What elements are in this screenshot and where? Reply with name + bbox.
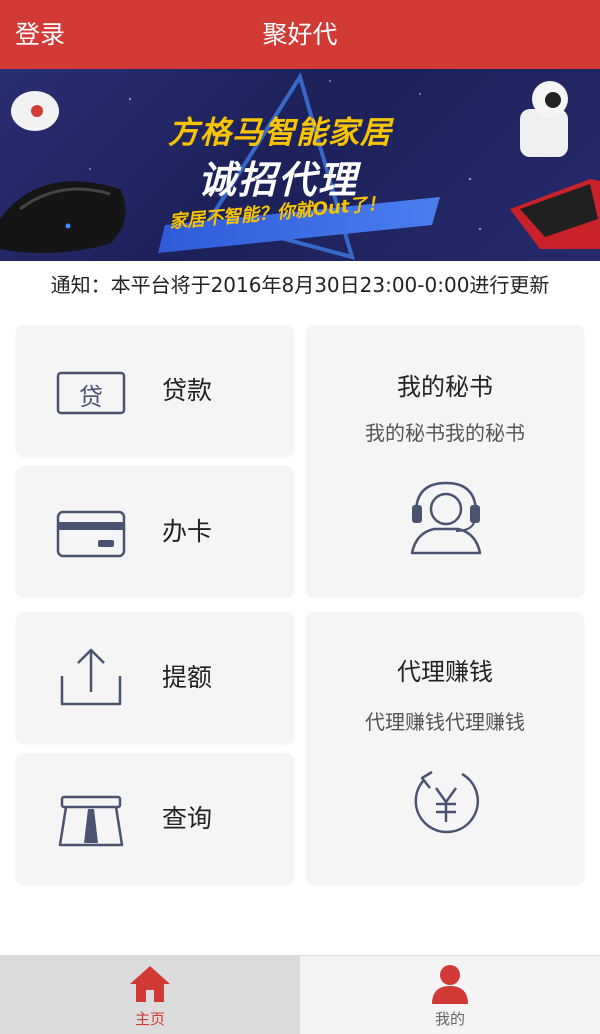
- apply-card-card[interactable]: 办卡: [16, 466, 294, 597]
- secretary-title: 我的秘书: [397, 373, 493, 401]
- query-icon: [56, 779, 126, 859]
- upload-icon: [56, 638, 126, 718]
- yuan-refresh-icon: [410, 762, 482, 838]
- tab-home-label: 主页: [134, 1010, 165, 1028]
- banner-headline: 方格马智能家居: [168, 115, 392, 151]
- headset-icon: [410, 479, 482, 555]
- query-card[interactable]: 查询: [16, 753, 294, 884]
- loan-card[interactable]: 贷 贷款: [16, 325, 294, 456]
- apply-card-label: 办卡: [162, 517, 213, 546]
- home-icon: [130, 964, 170, 1004]
- top-nav-bar: 登录 聚好代: [0, 0, 600, 69]
- secretary-card[interactable]: 我的秘书 我的秘书我的秘书: [306, 325, 584, 597]
- tab-mine-label: 我的: [434, 1010, 465, 1028]
- credit-card-icon: [56, 492, 126, 572]
- agent-earn-card[interactable]: 代理赚钱 代理赚钱代理赚钱: [306, 612, 584, 884]
- agent-earn-title: 代理赚钱: [397, 658, 493, 686]
- loan-label: 贷款: [162, 376, 213, 405]
- secretary-subtitle: 我的秘书我的秘书: [365, 421, 525, 445]
- loan-icon-glyph: 贷: [79, 383, 103, 411]
- bottom-tab-bar: 主页 我的: [0, 955, 600, 1034]
- raise-limit-card[interactable]: 提额: [16, 612, 294, 743]
- tab-home[interactable]: 主页: [0, 956, 300, 1034]
- user-icon: [430, 964, 470, 1004]
- promo-banner[interactable]: 方格马智能家居 诚招代理 家居不智能？你就Out了！: [0, 69, 600, 261]
- agent-earn-subtitle: 代理赚钱代理赚钱: [365, 710, 525, 734]
- page-title: 聚好代: [262, 20, 338, 49]
- loan-icon: 贷: [56, 351, 126, 431]
- raise-limit-label: 提额: [162, 663, 213, 692]
- query-label: 查询: [162, 804, 213, 833]
- tab-mine[interactable]: 我的: [300, 956, 600, 1034]
- notice-bar[interactable]: 通知：本平台将于2016年8月30日23:00-0:00进行更新: [0, 261, 600, 309]
